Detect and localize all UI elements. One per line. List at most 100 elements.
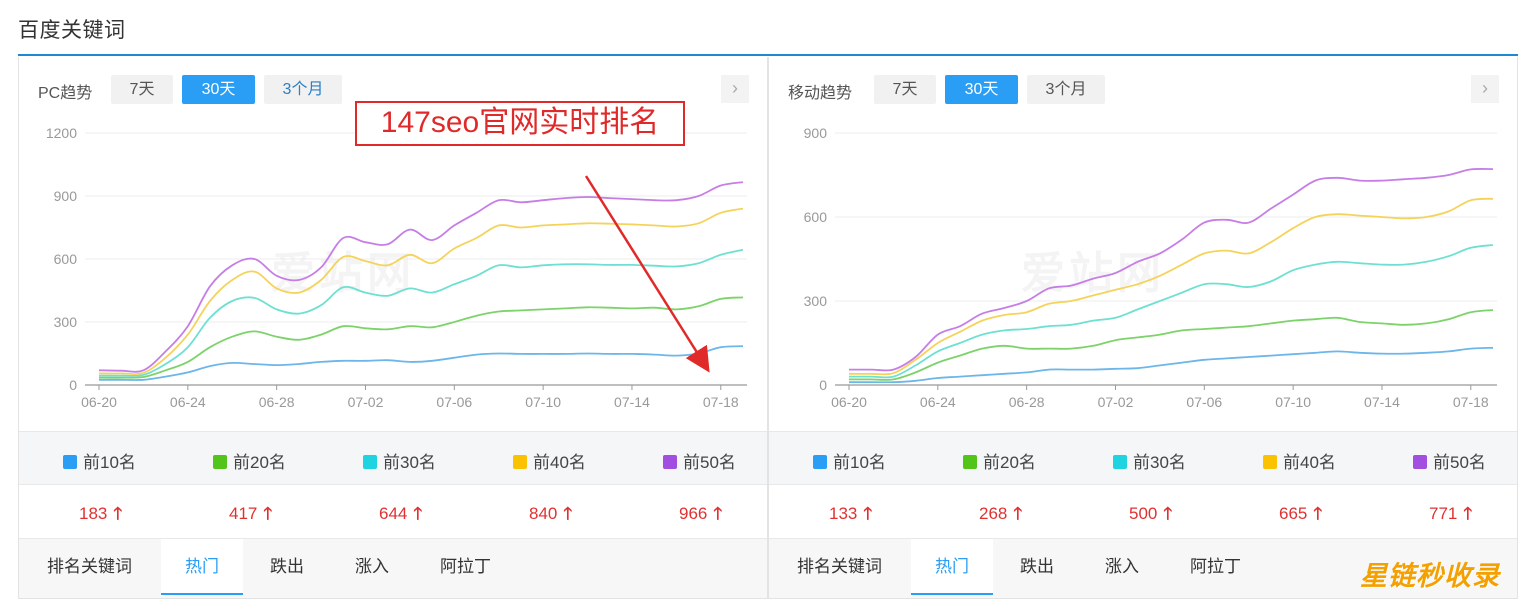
- series-line: [848, 346, 1494, 384]
- rank-count-value: 133: [829, 504, 858, 523]
- y-tick-label: 1200: [46, 125, 77, 141]
- arrow-up-icon: 🡑: [113, 504, 123, 523]
- page-title: 百度关键词: [18, 19, 126, 42]
- legend-item[interactable]: 前20名: [213, 448, 286, 473]
- rank-count: 268 🡑: [979, 501, 1022, 530]
- x-tick-label: 06-20: [81, 394, 117, 410]
- legend-swatch: [1113, 455, 1127, 469]
- rank-count: 183 🡑: [79, 501, 122, 530]
- legend-item[interactable]: 前20名: [963, 448, 1036, 473]
- rank-count-value: 966: [679, 504, 708, 523]
- trend-label: 移动趋势: [788, 85, 853, 102]
- arrow-up-icon: 🡑: [413, 504, 423, 523]
- rank-count: 840 🡑: [529, 501, 572, 530]
- y-tick-label: 600: [54, 251, 78, 267]
- tab-5[interactable]: 阿拉丁: [416, 539, 515, 595]
- arrow-up-icon: 🡑: [1463, 504, 1473, 523]
- legend-swatch: [813, 455, 827, 469]
- legend-item[interactable]: 前30名: [363, 448, 436, 473]
- legend-swatch: [1263, 455, 1277, 469]
- x-tick-label: 07-14: [614, 394, 650, 410]
- x-tick-label: 07-18: [703, 394, 739, 410]
- rank-count: 665 🡑: [1279, 501, 1322, 530]
- legend-item[interactable]: 前40名: [1263, 448, 1336, 473]
- arrow-up-icon: 🡑: [863, 504, 873, 523]
- x-tick-label: 07-06: [1186, 394, 1222, 410]
- legend-label: 前10名: [83, 453, 136, 472]
- tab-5[interactable]: 阿拉丁: [1166, 539, 1265, 595]
- rank-count: 966 🡑: [679, 501, 722, 530]
- legend-label: 前20名: [983, 453, 1036, 472]
- x-tick-label: 06-28: [1009, 394, 1045, 410]
- legend-item[interactable]: 前30名: [1113, 448, 1186, 473]
- values-row: 133 🡑 268 🡑 500 🡑 665 🡑 771 🡑: [769, 485, 1517, 539]
- legend-label: 前40名: [1283, 453, 1336, 472]
- legend-item[interactable]: 前40名: [513, 448, 586, 473]
- y-tick-label: 600: [804, 209, 828, 225]
- mobile-trend-chart: 0 300 600 900 06-20 06-24 06-28 07-02 07-06 07-10…: [804, 125, 1497, 410]
- series-line: [98, 181, 744, 373]
- x-tick-label: 06-28: [259, 394, 295, 410]
- legend-swatch: [663, 455, 677, 469]
- legend-item[interactable]: 前10名: [63, 448, 136, 473]
- legend-item[interactable]: 前10名: [813, 448, 886, 473]
- range-30-days-button[interactable]: 30天: [945, 75, 1018, 104]
- rank-count: 133 🡑: [829, 501, 872, 530]
- legend-swatch: [1413, 455, 1427, 469]
- arrow-up-icon: 🡑: [1013, 504, 1023, 523]
- rank-count: 644 🡑: [379, 501, 422, 530]
- values-row: 183 🡑 417 🡑 644 🡑 840 🡑 966 🡑: [19, 485, 767, 539]
- tab-2[interactable]: 热门: [161, 539, 243, 595]
- x-tick-label: 07-10: [1275, 394, 1311, 410]
- y-tick-label: 0: [69, 377, 77, 393]
- tab-4[interactable]: 涨入: [331, 539, 413, 595]
- x-tick-label: 07-18: [1453, 394, 1489, 410]
- rank-count-value: 665: [1279, 504, 1308, 523]
- legend-swatch: [513, 455, 527, 469]
- trend-label: PC趋势: [38, 85, 93, 102]
- corner-watermark: 星链秒收录: [1360, 561, 1500, 591]
- tab-4[interactable]: 涨入: [1081, 539, 1163, 595]
- range-7-days-button[interactable]: 7天: [111, 75, 173, 104]
- x-tick-label: 07-02: [1098, 394, 1134, 410]
- arrow-up-icon: 🡑: [263, 504, 273, 523]
- rank-count-value: 644: [379, 504, 408, 523]
- legend-item[interactable]: 前50名: [1413, 448, 1486, 473]
- range-7-days-button[interactable]: 7天: [874, 75, 936, 104]
- legend-label: 前50名: [683, 453, 736, 472]
- legend-swatch: [213, 455, 227, 469]
- title-divider: [18, 54, 1518, 56]
- legend-label: 前30名: [1133, 453, 1186, 472]
- legend-label: 前20名: [233, 453, 286, 472]
- legend-item[interactable]: 前50名: [663, 448, 736, 473]
- tab-3[interactable]: 跌出: [246, 539, 328, 595]
- range-3-months-button[interactable]: 3个月: [264, 75, 342, 104]
- x-tick-label: 06-20: [831, 394, 867, 410]
- arrow-up-icon: 🡑: [1313, 504, 1323, 523]
- legend-label: 前30名: [383, 453, 436, 472]
- x-tick-label: 06-24: [920, 394, 956, 410]
- series-line: [849, 244, 1494, 379]
- arrow-up-icon: 🡑: [563, 504, 573, 523]
- pc-trend-chart: 0 300 600 900 1200 06-20 06-24 06-28 07-02 07-06 0…: [46, 125, 747, 410]
- x-tick-label: 07-06: [436, 394, 472, 410]
- rank-count-value: 417: [229, 504, 258, 523]
- chevron-right-icon[interactable]: ›: [721, 75, 749, 103]
- y-tick-label: 900: [54, 188, 78, 204]
- rank-count-value: 771: [1429, 504, 1458, 523]
- chevron-right-icon[interactable]: ›: [1471, 75, 1499, 103]
- tab-1[interactable]: 排名关键词: [23, 539, 156, 595]
- range-3-months-button[interactable]: 3个月: [1027, 75, 1105, 104]
- tab-2[interactable]: 热门: [911, 539, 993, 595]
- tab-1[interactable]: 排名关键词: [773, 539, 906, 595]
- range-30-days-button[interactable]: 30天: [182, 75, 255, 104]
- legend-row: 前10名 前20名 前30名 前40名 前50名: [769, 431, 1517, 485]
- series-line: [849, 309, 1494, 381]
- annotation-label: 147seo官网实时排名: [355, 101, 685, 146]
- tab-3[interactable]: 跌出: [996, 539, 1078, 595]
- legend-label: 前50名: [1433, 453, 1486, 472]
- rank-count: 417 🡑: [229, 501, 272, 530]
- y-tick-label: 300: [54, 314, 78, 330]
- legend-label: 前40名: [533, 453, 586, 472]
- rank-count: 500 🡑: [1129, 501, 1172, 530]
